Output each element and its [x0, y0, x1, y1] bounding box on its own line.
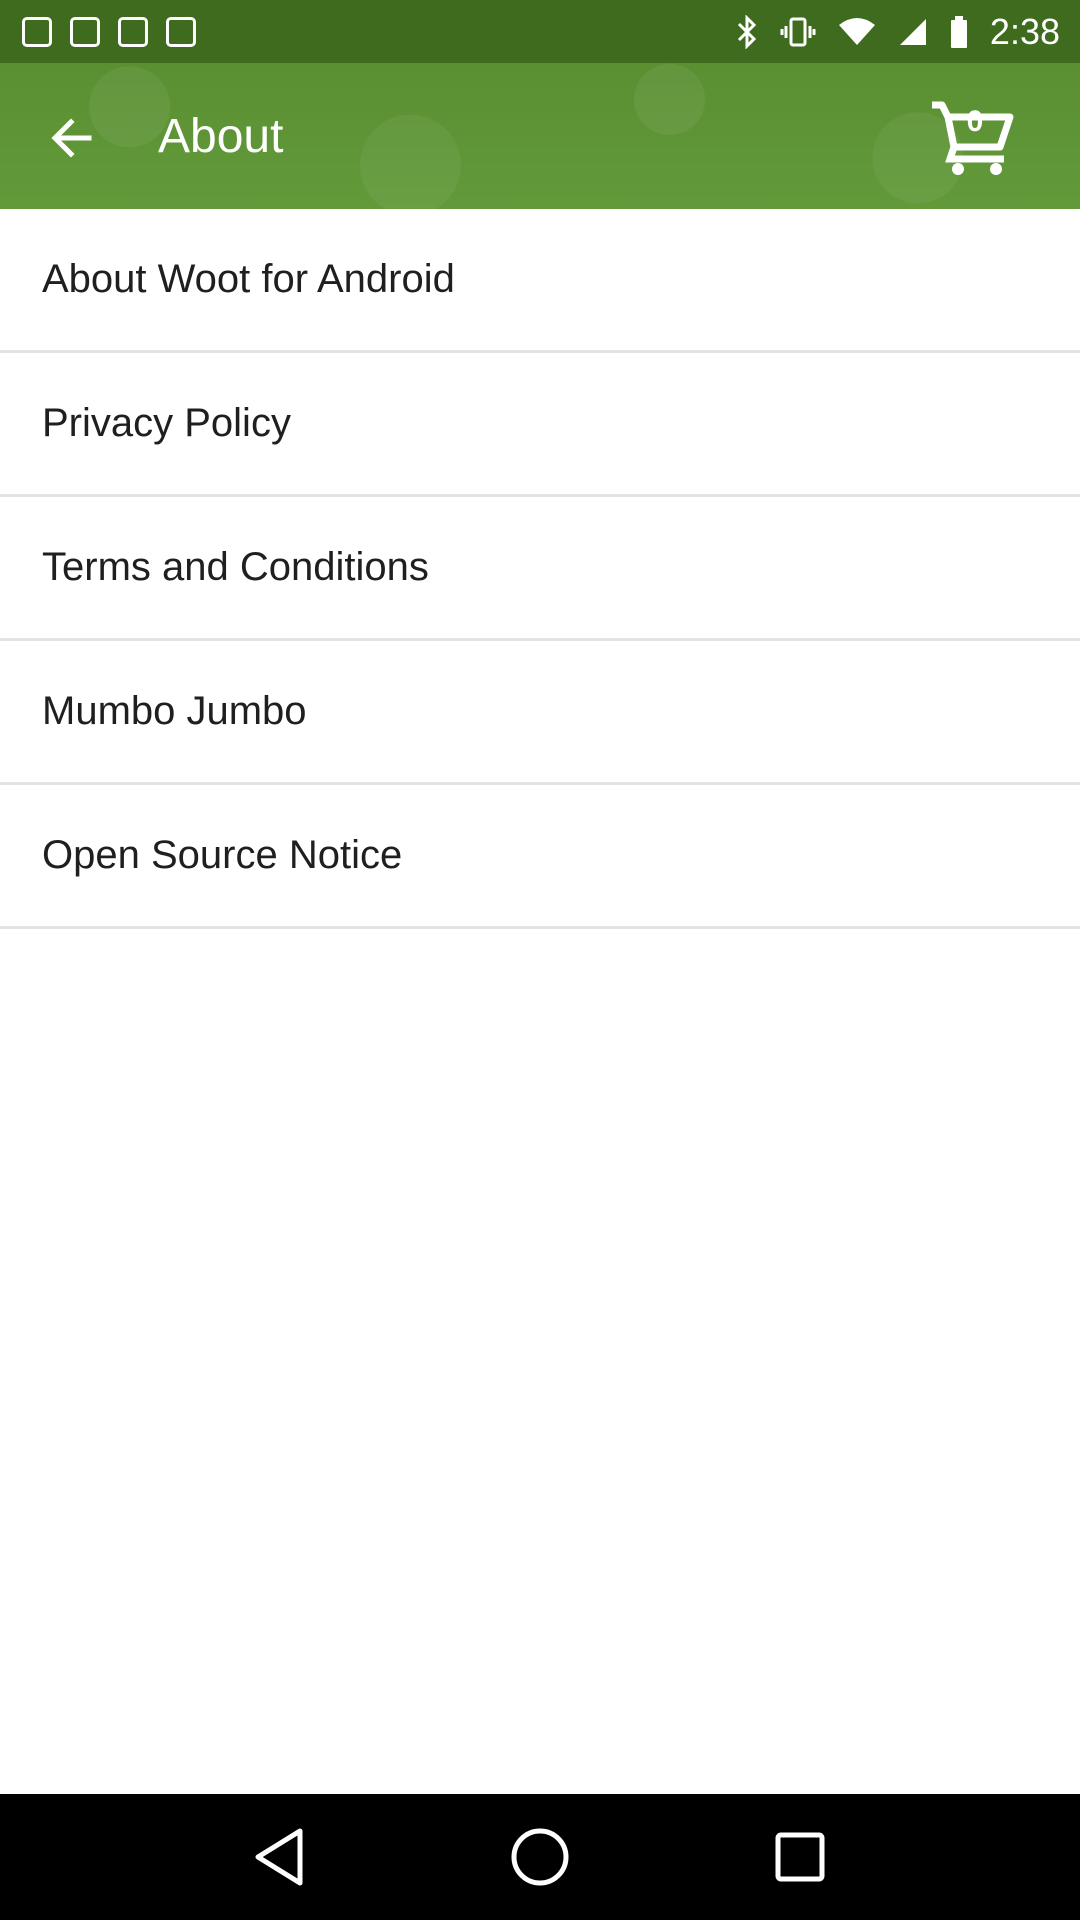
arrow-back-icon	[51, 118, 92, 158]
nav-back-button[interactable]	[240, 1817, 320, 1897]
recents-square-icon	[775, 1832, 825, 1882]
wifi-icon	[838, 17, 875, 45]
back-triangle-icon	[255, 1828, 303, 1886]
app-bar: About 0	[0, 63, 1080, 209]
about-menu-list: About Woot for Android Privacy Policy Te…	[0, 209, 1080, 929]
status-bar: 2:38	[0, 0, 1080, 63]
bluetooth-icon	[737, 14, 757, 49]
menu-item-open-source-notice[interactable]: Open Source Notice	[0, 785, 1080, 929]
notification-icon	[70, 16, 100, 47]
status-time: 2:38	[989, 10, 1060, 52]
navigation-bar	[0, 1794, 1080, 1920]
menu-item-privacy-policy[interactable]: Privacy Policy	[0, 353, 1080, 497]
menu-item-label: Privacy Policy	[42, 401, 291, 445]
menu-item-terms-and-conditions[interactable]: Terms and Conditions	[0, 497, 1080, 641]
notification-icon	[22, 16, 52, 47]
home-circle-icon	[511, 1828, 569, 1886]
signal-icon	[899, 18, 926, 45]
menu-item-mumbo-jumbo[interactable]: Mumbo Jumbo	[0, 641, 1080, 785]
page-title: About	[158, 110, 284, 163]
notification-icon	[118, 16, 148, 47]
back-button[interactable]	[36, 103, 106, 173]
cart-button[interactable]: 0	[928, 99, 1018, 179]
menu-item-label: Mumbo Jumbo	[42, 689, 307, 733]
menu-item-label: Open Source Notice	[42, 833, 403, 877]
menu-item-about-woot[interactable]: About Woot for Android	[0, 209, 1080, 353]
battery-icon	[950, 15, 967, 48]
nav-recents-button[interactable]	[760, 1817, 840, 1897]
menu-item-label: About Woot for Android	[42, 257, 455, 301]
cart-count-badge: 0	[966, 105, 984, 138]
nav-home-button[interactable]	[500, 1817, 580, 1897]
vibrate-icon	[780, 17, 816, 46]
notification-icon	[166, 16, 196, 47]
menu-item-label: Terms and Conditions	[42, 545, 429, 589]
